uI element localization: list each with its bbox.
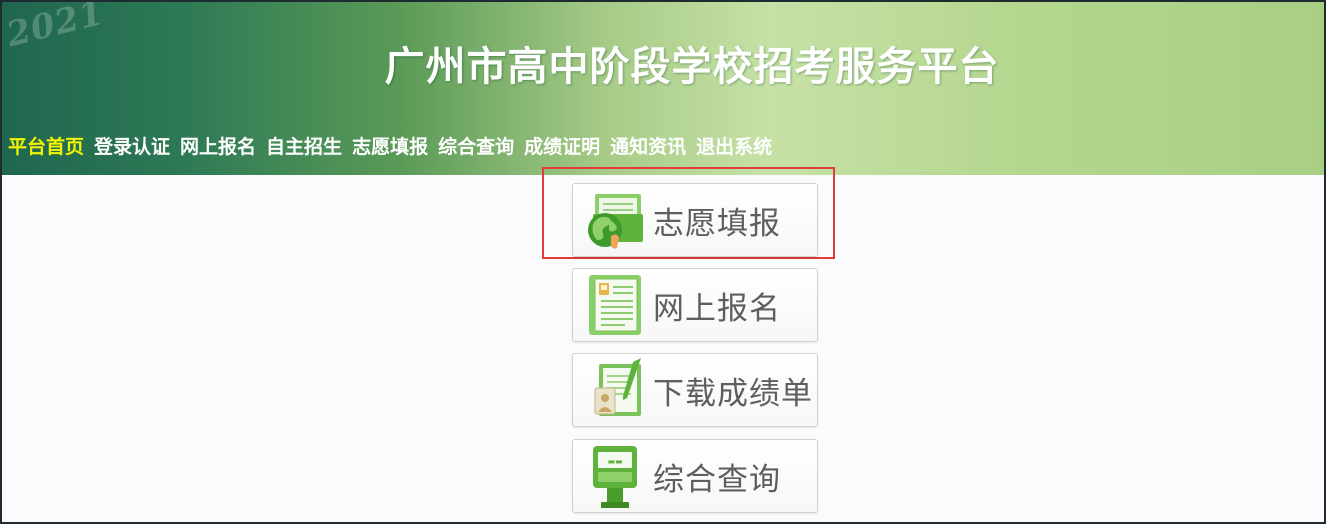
comprehensive-query-label: 综合查询 bbox=[653, 461, 781, 498]
comprehensive-query-button[interactable]: ▬▬ 综合查询 bbox=[572, 439, 818, 513]
online-registration-button[interactable]: 网上报名 bbox=[572, 268, 818, 342]
year-watermark: 2021 bbox=[2, 0, 109, 56]
nav-item-logout[interactable]: 退出系统 bbox=[696, 132, 772, 159]
nav-item-independent-enrollment[interactable]: 自主招生 bbox=[266, 132, 342, 159]
online-registration-label: 网上报名 bbox=[653, 290, 781, 327]
nav-item-score-certificate[interactable]: 成绩证明 bbox=[524, 132, 600, 159]
app-window: 2021 广州市高中阶段学校招考服务平台 平台首页 登录认证 网上报名 自主招生… bbox=[0, 0, 1326, 524]
download-scores-label: 下载成绩单 bbox=[653, 375, 813, 412]
main-nav: 平台首页 登录认证 网上报名 自主招生 志愿填报 综合查询 成绩证明 通知资讯 … bbox=[8, 132, 772, 159]
nav-item-notifications[interactable]: 通知资讯 bbox=[610, 132, 686, 159]
application-filling-label: 志愿填报 bbox=[653, 205, 781, 242]
nav-item-comprehensive-query[interactable]: 综合查询 bbox=[438, 132, 514, 159]
nav-item-login[interactable]: 登录认证 bbox=[94, 132, 170, 159]
nav-item-online-registration[interactable]: 网上报名 bbox=[180, 132, 256, 159]
score-report-icon bbox=[573, 354, 653, 426]
svg-text:▬▬: ▬▬ bbox=[607, 457, 622, 466]
application-filling-button[interactable]: 志愿填报 bbox=[572, 183, 818, 257]
globe-folder-icon bbox=[573, 184, 653, 256]
download-scores-button[interactable]: 下载成绩单 bbox=[572, 353, 818, 427]
nav-item-application-filling[interactable]: 志愿填报 bbox=[352, 132, 428, 159]
registration-form-icon bbox=[573, 269, 653, 341]
query-terminal-icon: ▬▬ bbox=[573, 440, 653, 512]
site-header: 2021 广州市高中阶段学校招考服务平台 平台首页 登录认证 网上报名 自主招生… bbox=[2, 2, 1324, 175]
nav-item-home[interactable]: 平台首页 bbox=[8, 132, 84, 159]
site-title: 广州市高中阶段学校招考服务平台 bbox=[384, 44, 1000, 90]
